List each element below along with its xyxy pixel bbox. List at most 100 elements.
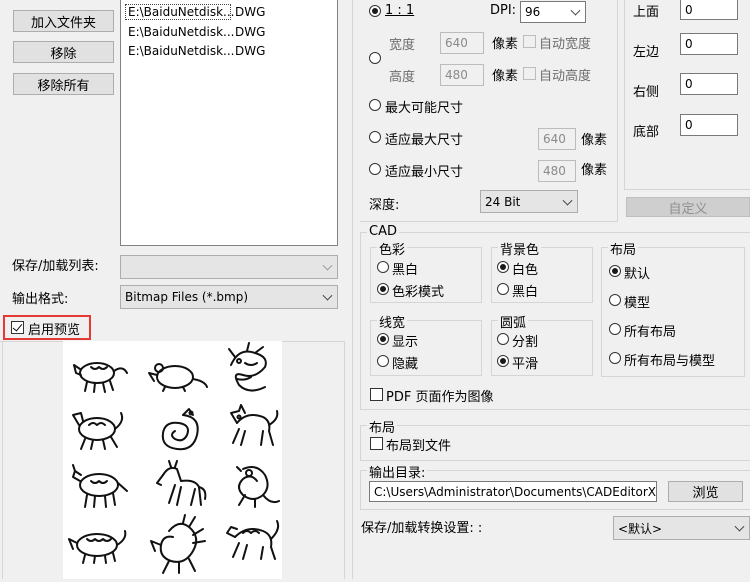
layout-default-radio[interactable] [609, 265, 621, 277]
pixels-label: 像素 [581, 163, 608, 178]
height-label: 高度 [389, 70, 416, 85]
lineweight-hide-label[interactable]: 隐藏 [392, 353, 418, 372]
lineweight-hide-radio[interactable] [377, 355, 389, 367]
pixels-label: 像素 [492, 37, 519, 52]
margin-bottom-label: 底部 [633, 125, 660, 140]
pdf-as-image-label[interactable]: PDF 页面作为图像 [386, 386, 493, 405]
margin-right-input[interactable]: 0 [680, 73, 738, 95]
depth-select[interactable]: 24 Bit [480, 190, 578, 213]
arc-split-label[interactable]: 分割 [512, 331, 538, 350]
bg-white-radio[interactable] [497, 261, 509, 273]
auto-height-label[interactable]: 自动高度 [539, 65, 591, 84]
auto-width-label[interactable]: 自动宽度 [539, 33, 591, 52]
margin-top-label: 上面 [633, 5, 660, 20]
file-path: E:\BaiduNetdisk... [125, 3, 234, 20]
color-group-title: 色彩 [377, 239, 408, 258]
pixels-label: 像素 [581, 133, 608, 148]
convert-settings-select[interactable]: <默认> [613, 516, 750, 540]
preview-image [63, 341, 282, 579]
width-input[interactable]: 640 [440, 32, 484, 54]
height-input[interactable]: 480 [440, 64, 484, 86]
output-format-value: Bitmap Files (*.bmp) [125, 290, 248, 304]
output-format-select[interactable]: Bitmap Files (*.bmp) [120, 285, 338, 309]
lineweight-group-title: 线宽 [377, 312, 408, 331]
bg-white-label[interactable]: 白色 [512, 259, 538, 278]
browse-button[interactable]: 浏览 [668, 481, 743, 502]
color-bw-label[interactable]: 黑白 [392, 259, 418, 278]
arc-split-radio[interactable] [497, 333, 509, 345]
divider [624, 0, 625, 190]
zodiac-animals-image [68, 342, 280, 574]
bg-black-radio[interactable] [497, 283, 509, 295]
layout-all-radio[interactable] [609, 323, 621, 335]
layout-to-file-checkbox[interactable] [370, 437, 383, 450]
convert-settings-label: 保存/加载转换设置: : [361, 521, 483, 536]
chevron-down-icon [570, 5, 581, 16]
chevron-down-icon [734, 521, 745, 532]
remove-button[interactable]: 移除 [13, 41, 114, 63]
margin-top-input[interactable]: 0 [680, 0, 738, 20]
auto-height-checkbox[interactable] [523, 67, 536, 80]
chevron-down-icon [562, 195, 573, 206]
layout-all-label[interactable]: 所有布局 [624, 321, 676, 340]
bg-black-label[interactable]: 黑白 [512, 281, 538, 300]
layout-default-label[interactable]: 默认 [624, 263, 650, 282]
divider [2, 341, 3, 579]
fit-max-radio[interactable] [369, 131, 381, 143]
dpi-value: 96 [525, 5, 541, 19]
pixels-label: 像素 [492, 69, 519, 84]
add-folder-button[interactable]: 加入文件夹 [13, 10, 114, 32]
layout-model-label[interactable]: 模型 [624, 292, 650, 311]
output-dir-input[interactable]: C:\Users\Administrator\Documents\CADEdit… [369, 481, 657, 502]
save-load-list-select[interactable] [120, 255, 338, 279]
depth-value: 24 Bit [485, 194, 521, 209]
layout-model-radio[interactable] [609, 294, 621, 306]
width-label: 宽度 [389, 38, 416, 53]
output-dir-label: 输出目录: [367, 462, 428, 481]
color-mode-radio[interactable] [377, 283, 389, 295]
margin-left-input[interactable]: 0 [680, 33, 738, 55]
enable-preview-label[interactable]: 启用预览 [28, 319, 80, 338]
pdf-as-image-checkbox[interactable] [370, 388, 383, 401]
file-list[interactable]: E:\BaiduNetdisk... DWG E:\BaiduNetdisk..… [120, 0, 338, 246]
fit-min-label[interactable]: 适应最小尺寸 [385, 161, 463, 180]
layout-all-model-radio[interactable] [609, 352, 621, 364]
ratio-1-1-label[interactable]: 1 : 1 [385, 3, 414, 18]
output-format-label: 输出格式: [12, 292, 69, 307]
custom-button[interactable]: 自定义 [626, 197, 750, 217]
fit-max-label[interactable]: 适应最大尺寸 [385, 129, 463, 148]
custom-size-radio[interactable] [369, 52, 381, 64]
chevron-down-icon [322, 290, 333, 301]
margin-bottom-input[interactable]: 0 [680, 114, 738, 136]
max-possible-label[interactable]: 最大可能尺寸 [385, 97, 463, 116]
layout-to-file-label[interactable]: 布局到文件 [386, 435, 451, 454]
dpi-label: DPI: [490, 3, 517, 18]
file-type: DWG [235, 24, 266, 39]
arc-smooth-radio[interactable] [497, 355, 509, 367]
cad-group-title: CAD [367, 224, 399, 239]
background-group-title: 背景色 [498, 239, 542, 258]
lineweight-show-radio[interactable] [377, 333, 389, 345]
max-possible-radio[interactable] [369, 99, 381, 111]
file-type: DWG [235, 43, 266, 58]
fit-min-radio[interactable] [369, 163, 381, 175]
layout-all-model-label[interactable]: 所有布局与模型 [624, 350, 715, 369]
dpi-select[interactable]: 96 [520, 1, 586, 23]
divider [624, 189, 750, 190]
depth-label: 深度: [369, 198, 400, 213]
auto-width-checkbox[interactable] [523, 35, 536, 48]
margin-right-label: 右侧 [633, 85, 660, 100]
fit-max-input[interactable]: 640 [538, 128, 576, 150]
fit-min-input[interactable]: 480 [538, 160, 576, 182]
remove-all-button[interactable]: 移除所有 [13, 73, 114, 95]
lineweight-show-label[interactable]: 显示 [392, 331, 418, 350]
file-path: E:\BaiduNetdisk... [128, 24, 235, 39]
color-mode-label[interactable]: 色彩模式 [392, 281, 444, 300]
enable-preview-checkbox[interactable] [11, 321, 24, 334]
ratio-1-1-radio[interactable] [369, 5, 381, 17]
color-bw-radio[interactable] [377, 261, 389, 273]
layout-group-title: 布局 [608, 239, 639, 258]
lineweight-group: 线宽 [370, 312, 482, 376]
arc-group-title: 圆弧 [498, 312, 529, 331]
arc-smooth-label[interactable]: 平滑 [512, 353, 538, 372]
